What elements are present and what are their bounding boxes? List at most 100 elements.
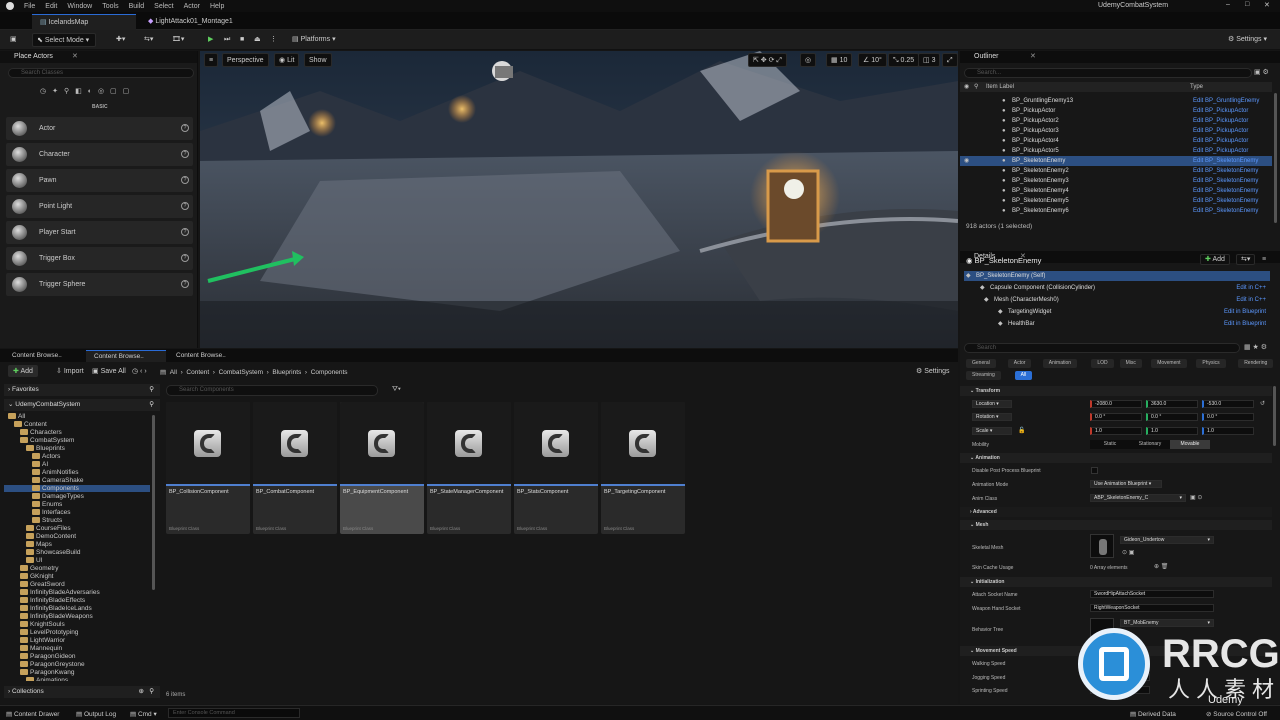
- transform-scl-field[interactable]: 1.0: [1090, 427, 1142, 435]
- cmd-dropdown[interactable]: ▤ Cmd ▾: [130, 710, 157, 718]
- details-filter-tab[interactable]: Misc: [1119, 359, 1142, 368]
- skip-button[interactable]: ⏭: [220, 33, 234, 47]
- array-add-icon[interactable]: ⊕ 🗑: [1154, 563, 1168, 570]
- folder-item[interactable]: CourseFiles: [26, 525, 71, 532]
- add-content-icon[interactable]: ✚▾: [112, 33, 129, 47]
- mesh-section[interactable]: ⌄ Mesh: [960, 520, 1272, 530]
- place-category-icons[interactable]: ◷✦⚲◧◐◎▢▢: [40, 87, 135, 95]
- folder-item[interactable]: ParagonGreystone: [20, 661, 85, 668]
- content-tab-3[interactable]: Content Browse..: [168, 350, 248, 362]
- mobility-static[interactable]: Static: [1090, 440, 1130, 449]
- menu-build[interactable]: Build: [129, 3, 145, 10]
- place-search-input[interactable]: Search Classes: [8, 68, 194, 78]
- close-icon[interactable]: ✕: [1030, 51, 1036, 63]
- menu-window[interactable]: Window: [67, 3, 92, 10]
- outliner-row[interactable]: ● BP_SkeletonEnemy2 Edit BP_SkeletonEnemy: [960, 166, 1272, 176]
- level-viewport[interactable]: ≡ Perspective ◉ Lit Show ⇱ ✥ ⟳ ⤢ ◎ ▦ 10 …: [200, 51, 958, 348]
- animation-mode-dropdown[interactable]: Use Animation Blueprint ▾: [1090, 480, 1162, 488]
- component-edit-link[interactable]: Edit in Blueprint: [1224, 307, 1266, 317]
- help-icon[interactable]: ?: [181, 176, 189, 184]
- outliner-actor-type-link[interactable]: Edit BP_PickupActor: [1193, 136, 1248, 146]
- animation-section[interactable]: ⌄ Animation: [960, 453, 1272, 463]
- outliner-search-input[interactable]: Search...: [964, 68, 1252, 78]
- folder-item[interactable]: Content: [14, 421, 47, 428]
- folder-item[interactable]: ShowcaseBuild: [26, 549, 80, 556]
- transform-rot-field[interactable]: 0.0 °: [1090, 413, 1142, 421]
- transform-rot-field[interactable]: 0.0 °: [1146, 413, 1198, 421]
- derived-data-button[interactable]: ▤ Derived Data: [1130, 710, 1176, 718]
- details-filter-tab[interactable]: LOD: [1091, 359, 1114, 368]
- rotation-snap[interactable]: ∠ 10°: [858, 53, 887, 67]
- folder-item[interactable]: Geometry: [20, 565, 59, 572]
- viewport-menu-button[interactable]: ≡: [204, 53, 219, 67]
- save-icon[interactable]: ▣: [6, 33, 21, 47]
- content-tab-2[interactable]: Content Browse..: [86, 350, 166, 362]
- eject-button[interactable]: ⏏: [250, 33, 265, 47]
- folder-item[interactable]: GKnight: [20, 573, 54, 580]
- tree-scrollbar[interactable]: [152, 415, 155, 590]
- settings-button[interactable]: ⚙ Settings ▾: [1224, 33, 1271, 47]
- content-drawer-button[interactable]: ▤ Content Drawer: [6, 710, 59, 718]
- help-icon[interactable]: ?: [181, 150, 189, 158]
- output-log-button[interactable]: ▤ Output Log: [76, 710, 116, 718]
- menu-file[interactable]: File: [24, 3, 35, 10]
- unreal-logo-icon[interactable]: [6, 2, 14, 10]
- rotation-dropdown[interactable]: Rotation ▾: [972, 413, 1012, 421]
- menu-tools[interactable]: Tools: [102, 3, 118, 10]
- browse-icons[interactable]: ▣ ⊙: [1190, 494, 1202, 501]
- outliner-options-icons[interactable]: ▣ ⚙: [1254, 68, 1269, 76]
- collections-header[interactable]: › Collections ⊕ ⚲: [4, 686, 160, 698]
- location-dropdown[interactable]: Location ▾: [972, 400, 1012, 408]
- asset-tile[interactable]: BP_EquipmentComponent Blueprint Class: [340, 402, 424, 534]
- outliner-row[interactable]: ● BP_PickupActor5 Edit BP_PickupActor: [960, 146, 1272, 156]
- lock-icon[interactable]: 🔓: [1018, 427, 1025, 434]
- actor-item[interactable]: Trigger Box?: [6, 247, 193, 270]
- breadcrumb-all[interactable]: All: [170, 369, 177, 376]
- stop-button[interactable]: ■: [236, 33, 248, 47]
- play-options-icon[interactable]: ⋮: [266, 33, 281, 47]
- weapon-socket-field[interactable]: RightWeaponSocket: [1090, 604, 1214, 612]
- outliner-actor-type-link[interactable]: Edit BP_PickupActor: [1193, 116, 1248, 126]
- help-icon[interactable]: ?: [181, 280, 189, 288]
- play-button[interactable]: ▶: [204, 33, 217, 47]
- lit-button[interactable]: ◉ Lit: [274, 53, 300, 67]
- folder-item[interactable]: KnightSouls: [20, 621, 65, 628]
- platforms-button[interactable]: ▤ Platforms ▾: [288, 33, 340, 47]
- transform-rot-field[interactable]: 0.0 °: [1202, 413, 1254, 421]
- minimize-button[interactable]: –: [1226, 1, 1230, 8]
- folder-item[interactable]: Structs: [32, 517, 62, 524]
- folder-item[interactable]: Blueprints: [26, 445, 65, 452]
- breadcrumb-combat[interactable]: CombatSystem: [219, 369, 263, 376]
- close-icon[interactable]: ✕: [72, 51, 78, 63]
- folder-item[interactable]: CameraShake: [32, 477, 84, 484]
- select-mode-dropdown[interactable]: ⬉ Select Mode ▾: [32, 33, 96, 47]
- breadcrumb-content[interactable]: Content: [186, 369, 209, 376]
- camera-speed[interactable]: ◫ 3: [918, 53, 941, 67]
- outliner-actor-type-link[interactable]: Edit BP_SkeletonEnemy: [1193, 156, 1258, 166]
- folder-item[interactable]: InfinityBladeAdversaries: [20, 589, 100, 596]
- transform-scl-field[interactable]: 1.0: [1202, 427, 1254, 435]
- outliner-row[interactable]: ● BP_SkeletonEnemy6 Edit BP_SkeletonEnemy: [960, 206, 1272, 216]
- outliner-actor-type-link[interactable]: Edit BP_SkeletonEnemy: [1193, 176, 1258, 186]
- transform-loc-field[interactable]: 3630.0: [1146, 400, 1198, 408]
- details-scrollbar[interactable]: [1273, 386, 1276, 446]
- filter-icon[interactable]: ⛛▾: [392, 386, 401, 394]
- advanced-section[interactable]: › Advanced: [960, 507, 1272, 517]
- scale-dropdown[interactable]: Scale ▾: [972, 427, 1012, 435]
- initialization-section[interactable]: ⌄ Initialization: [960, 577, 1272, 587]
- add-collection-icon[interactable]: ⊕: [139, 686, 144, 698]
- blueprint-options-button[interactable]: ⇆▾: [1236, 254, 1256, 265]
- folder-item[interactable]: Mannequin: [20, 645, 62, 652]
- asset-tile[interactable]: BP_TargetingComponent Blueprint Class: [601, 402, 685, 534]
- outliner-actor-type-link[interactable]: Edit BP_PickupActor: [1193, 146, 1248, 156]
- cinematics-icon[interactable]: 🎞▾: [168, 33, 188, 47]
- tab-montage[interactable]: ◆ LightAttack01_Montage1: [140, 14, 290, 30]
- folder-item[interactable]: GreatSword: [20, 581, 65, 588]
- asset-tile[interactable]: BP_StatsComponent Blueprint Class: [514, 402, 598, 534]
- grid-snap[interactable]: ▦ 10: [826, 53, 853, 67]
- actor-item[interactable]: Point Light?: [6, 195, 193, 218]
- close-window-button[interactable]: ✕: [1264, 1, 1270, 9]
- help-icon[interactable]: ?: [181, 202, 189, 210]
- transform-section[interactable]: ⌄ Transform: [960, 386, 1272, 396]
- mobility-movable[interactable]: Movable: [1170, 440, 1210, 449]
